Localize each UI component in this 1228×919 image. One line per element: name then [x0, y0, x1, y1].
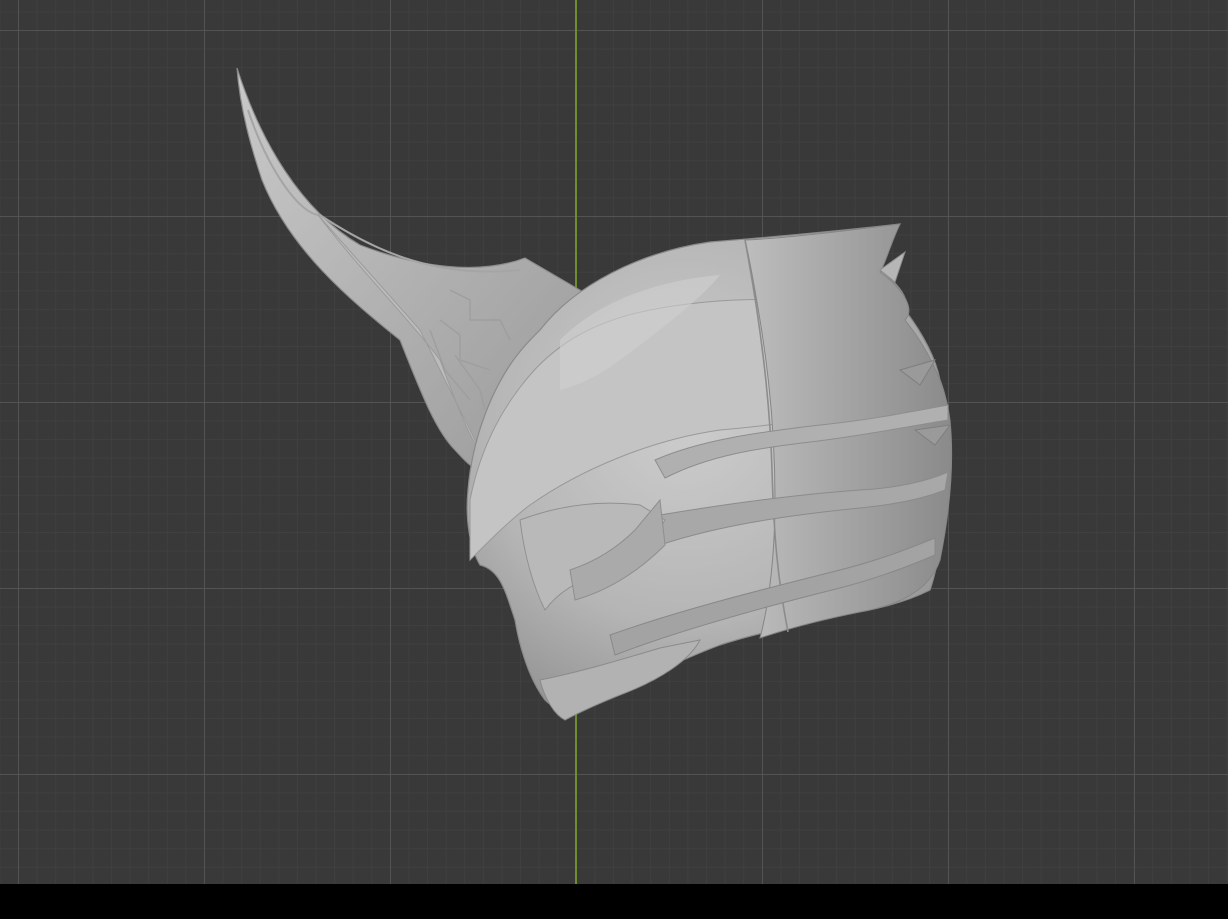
3d-viewport[interactable]	[0, 0, 1228, 884]
bottom-bar	[0, 884, 1228, 919]
helmet-model[interactable]	[0, 0, 1228, 884]
